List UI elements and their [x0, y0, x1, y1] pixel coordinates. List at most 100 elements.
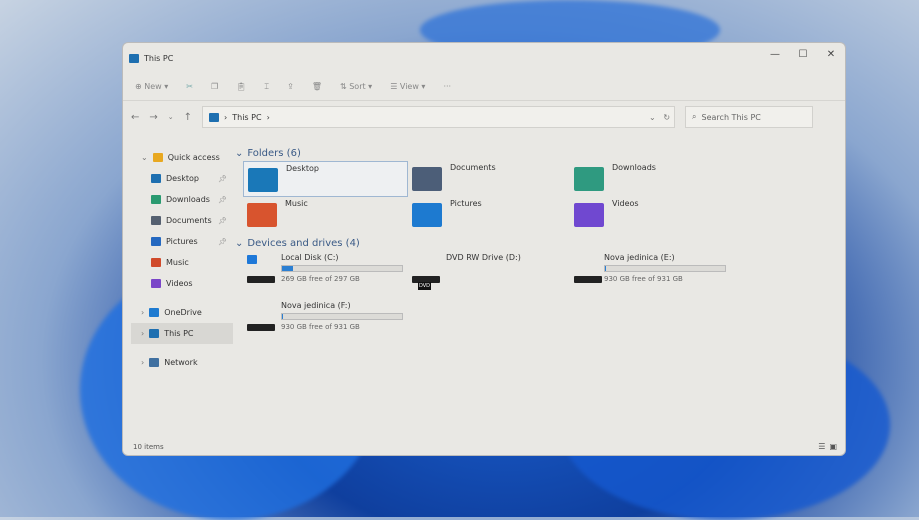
drive-item[interactable]: DVD DVD RW Drive (D:) — [408, 251, 570, 299]
search-box[interactable]: ⌕ Search This PC — [685, 106, 814, 128]
drive-free-space: 930 GB free of 931 GB — [281, 323, 360, 331]
sidebar-item-this-pc[interactable]: › This PC — [131, 323, 233, 344]
pictures-label: Pictures — [166, 237, 198, 246]
downloads-folder-icon — [574, 167, 604, 191]
minimize-button[interactable]: — — [761, 43, 789, 65]
pin-icon: 📌︎ — [218, 195, 227, 204]
close-button[interactable]: ✕ — [817, 43, 845, 65]
drive-name: Local Disk (C:) — [281, 253, 339, 262]
dvd-drive-icon: DVD — [412, 261, 440, 290]
rename-icon[interactable]: ⌶ — [264, 82, 269, 92]
sidebar-item-network[interactable]: › Network — [131, 352, 233, 373]
back-icon[interactable]: ← — [131, 112, 139, 123]
desktop-folder-icon — [248, 168, 278, 192]
share-icon[interactable]: ⇪ — [287, 82, 294, 91]
folder-name: Documents — [450, 163, 496, 172]
capacity-bar — [281, 313, 403, 320]
command-bar: ⊕ New ▾ ✂ ❐ 📋︎ ⌶ ⇪ 🗑︎ ⇅ Sort ▾ ☰ View ▾ … — [123, 73, 845, 101]
pictures-folder-icon — [412, 203, 442, 227]
sidebar-item-documents[interactable]: Documents 📌︎ — [131, 210, 233, 231]
folder-name: Music — [285, 199, 308, 208]
plus-icon: ⊕ — [135, 82, 142, 91]
desktop-icon — [151, 174, 161, 183]
sidebar-item-desktop[interactable]: Desktop 📌︎ — [131, 168, 233, 189]
search-input[interactable]: Search This PC — [702, 113, 761, 122]
breadcrumb-this-pc[interactable]: This PC — [232, 113, 261, 122]
documents-folder-icon — [412, 167, 442, 191]
drive-name: Nova jedinica (F:) — [281, 301, 351, 310]
cut-icon[interactable]: ✂ — [186, 82, 193, 91]
copy-icon[interactable]: ❐ — [211, 82, 218, 91]
chevron-right-icon[interactable]: › — [141, 308, 144, 317]
up-icon[interactable]: ↑ — [184, 112, 192, 123]
dvd-label: DVD — [418, 282, 432, 290]
drive-item[interactable]: Local Disk (C:) 269 GB free of 297 GB — [243, 251, 408, 299]
downloads-icon — [151, 195, 161, 204]
desktop-label: Desktop — [166, 174, 199, 183]
more-button[interactable]: ··· — [443, 82, 451, 91]
drive-free-space: 930 GB free of 931 GB — [604, 275, 683, 283]
drive-item[interactable]: Nova jedinica (F:) 930 GB free of 931 GB — [243, 299, 408, 347]
folders-grid: Desktop Documents Downloads Music Pictures Vi… — [243, 161, 845, 233]
view-button[interactable]: ☰ View ▾ — [390, 82, 425, 91]
drive-item[interactable]: Nova jedinica (E:) 930 GB free of 931 GB — [570, 251, 730, 299]
windows-logo-icon — [247, 255, 257, 264]
folders-header-label: Folders (6) — [247, 147, 301, 159]
sidebar-item-music[interactable]: Music — [131, 252, 233, 273]
network-icon — [149, 358, 160, 367]
sidebar-item-videos[interactable]: Videos — [131, 273, 233, 294]
sidebar-item-pictures[interactable]: Pictures 📌︎ — [131, 231, 233, 252]
file-explorer-window: This PC — ☐ ✕ ⊕ New ▾ ✂ ❐ 📋︎ ⌶ ⇪ 🗑︎ ⇅ So… — [122, 42, 846, 456]
drives-header-label: Devices and drives (4) — [247, 237, 360, 249]
paste-icon[interactable]: 📋︎ — [236, 82, 246, 91]
tiles-view-icon[interactable]: ▣ — [829, 442, 837, 451]
search-icon: ⌕ — [692, 112, 697, 121]
sort-button[interactable]: ⇅ Sort ▾ — [340, 82, 372, 91]
pictures-icon — [151, 237, 161, 246]
sidebar-item-onedrive[interactable]: › OneDrive — [131, 302, 233, 323]
chevron-down-icon[interactable]: ⌄ — [141, 153, 148, 162]
videos-label: Videos — [166, 279, 193, 288]
pin-icon: 📌︎ — [218, 216, 227, 225]
this-pc-label: This PC — [164, 329, 194, 338]
folder-music[interactable]: Music — [243, 197, 408, 233]
address-row: ← → ⌄ ↑ › This PC › ⌄ ↻ ⌕ Search This PC — [123, 101, 845, 133]
folder-pictures[interactable]: Pictures — [408, 197, 570, 233]
address-bar[interactable]: › This PC › ⌄ ↻ — [202, 106, 676, 128]
folder-name: Desktop — [286, 164, 319, 173]
folder-name: Pictures — [450, 199, 482, 208]
delete-icon[interactable]: 🗑︎ — [312, 82, 322, 91]
title-bar: This PC — ☐ ✕ — [123, 43, 845, 73]
sidebar-item-quick-access[interactable]: ⌄ Quick access — [131, 147, 233, 168]
sidebar-item-downloads[interactable]: Downloads 📌︎ — [131, 189, 233, 210]
chevron-right-icon[interactable]: › — [141, 358, 144, 367]
hard-drive-icon — [574, 261, 602, 283]
folder-name: Videos — [612, 199, 639, 208]
this-pc-icon — [129, 53, 139, 63]
forward-icon[interactable]: → — [149, 112, 157, 123]
pin-icon: 📌︎ — [218, 237, 227, 246]
folder-desktop[interactable]: Desktop — [243, 161, 408, 197]
hard-drive-icon — [247, 255, 275, 283]
chevron-down-icon: ⌄ — [235, 237, 244, 249]
drives-header[interactable]: ⌄ Devices and drives (4) — [235, 235, 845, 251]
new-button[interactable]: ⊕ New ▾ — [135, 82, 168, 91]
pin-icon: 📌︎ — [218, 174, 227, 183]
onedrive-icon — [149, 308, 160, 317]
folder-name: Downloads — [612, 163, 656, 172]
refresh-icon[interactable]: ⌄ ↻ — [649, 113, 670, 122]
drive-name: DVD RW Drive (D:) — [446, 253, 521, 262]
folder-downloads[interactable]: Downloads — [570, 161, 730, 197]
hard-drive-icon — [247, 309, 275, 331]
this-pc-icon — [209, 112, 220, 122]
folders-header[interactable]: ⌄ Folders (6) — [235, 145, 845, 161]
folder-documents[interactable]: Documents — [408, 161, 570, 197]
capacity-bar — [604, 265, 726, 272]
recent-chevron-icon[interactable]: ⌄ — [168, 113, 174, 121]
maximize-button[interactable]: ☐ — [789, 43, 817, 65]
chevron-right-icon[interactable]: › — [141, 329, 144, 338]
folder-videos[interactable]: Videos — [570, 197, 730, 233]
details-view-icon[interactable]: ☰ — [818, 442, 825, 451]
this-pc-icon — [149, 329, 160, 338]
status-bar-count: 10 items — [133, 443, 164, 451]
